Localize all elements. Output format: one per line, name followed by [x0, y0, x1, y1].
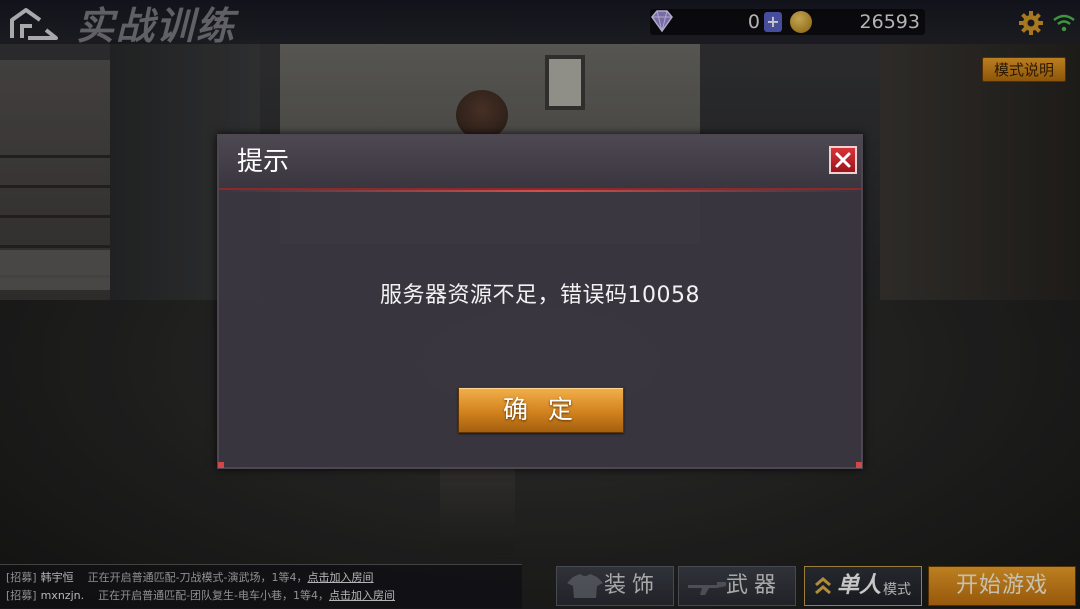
- dialog-header: 提示: [219, 136, 861, 192]
- dialog-message: 服务器资源不足，错误码10058: [380, 283, 700, 308]
- dialog-corner-accent: [856, 462, 862, 468]
- dialog-corner-accent: [218, 462, 224, 468]
- close-button[interactable]: [829, 146, 857, 174]
- confirm-button[interactable]: 确 定: [458, 387, 624, 433]
- close-icon: [835, 152, 851, 168]
- dialog-title: 提示: [237, 147, 290, 177]
- alert-dialog: 提示 服务器资源不足，错误码10058 确 定: [217, 134, 863, 469]
